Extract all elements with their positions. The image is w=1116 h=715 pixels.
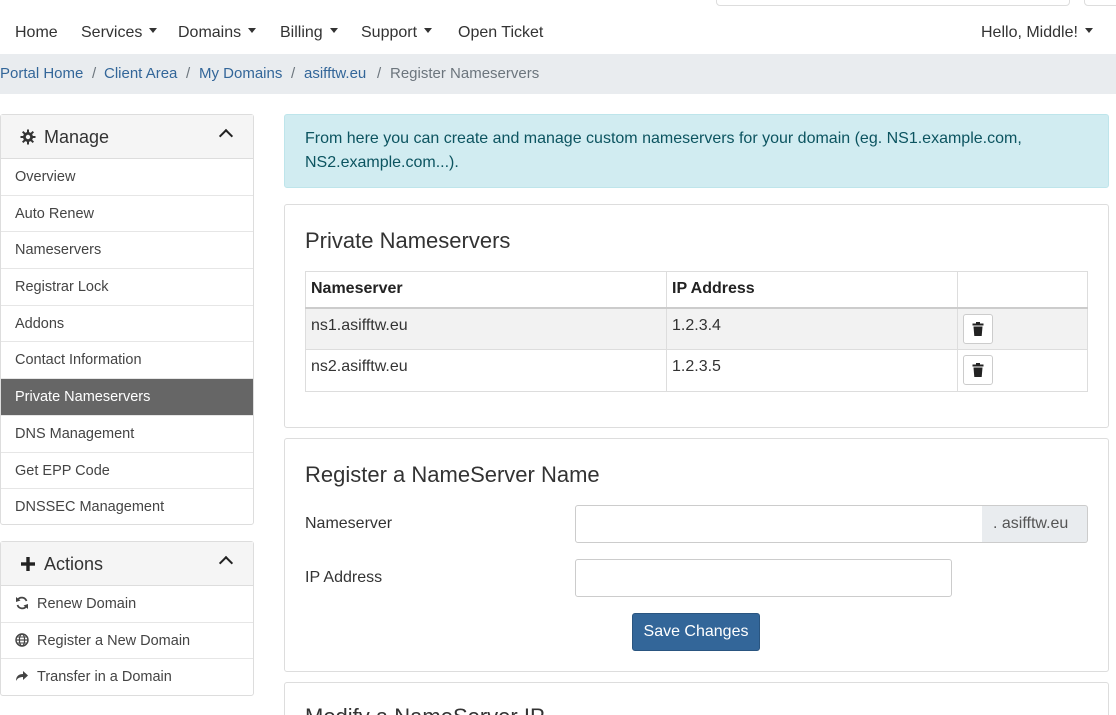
user-menu[interactable]: Hello, Middle! [981,24,1093,42]
sidebar-item-dns-management[interactable]: DNS Management [1,416,253,453]
renew-domain-label: Renew Domain [37,596,137,612]
crumb-portal-home[interactable]: Portal Home [0,65,83,82]
info-alert: From here you can create and manage cust… [284,114,1109,188]
caret-down-icon [149,28,158,34]
nameserver-cell: ns1.asifftw.eu [305,307,667,350]
crumb-separator: / [186,65,191,82]
register-nameserver-card: Register a NameServer Name Nameserver . … [284,438,1109,672]
trash-icon [972,321,984,336]
crumb-current-page: Register Nameservers [390,65,540,82]
transfer-domain-label: Transfer in a Domain [37,669,172,686]
nav-home[interactable]: Home [15,24,58,42]
private-nameservers-table: Nameserver IP Address ns1.asifftw.eu 1.2… [305,271,1088,392]
nav-support-label: Support [361,24,418,41]
nav-domains-label: Domains [178,24,242,41]
sidebar-item-overview[interactable]: Overview [1,159,253,196]
sidebar-actions-panel: Actions Renew Domain Register a New Doma… [0,541,254,696]
breadcrumb: Portal Home / Client Area / My Domains /… [0,54,1116,94]
caret-down-icon [329,28,338,34]
actions-cell [957,349,1088,392]
nav-home-label: Home [15,24,58,41]
register-new-domain-label: Register a New Domain [37,632,191,649]
actions-cell [957,307,1088,350]
search-box[interactable] [716,0,1070,6]
ip-address-field-label: IP Address [305,569,383,586]
chevron-up-icon[interactable] [218,555,234,571]
manage-panel-header[interactable]: Manage [1,115,253,159]
share-icon [16,671,28,682]
table-header-row: Nameserver IP Address [305,271,1088,309]
trash-icon [972,363,984,377]
nav-domains[interactable]: Domains [178,24,257,42]
delete-nameserver-button[interactable] [963,355,993,385]
sidebar-item-dnssec-management[interactable]: DNSSEC Management [1,489,253,526]
sidebar-item-register-new-domain[interactable]: Register a New Domain [1,623,253,660]
actions-panel-header[interactable]: Actions [1,542,253,586]
ip-address-input[interactable] [575,559,952,597]
ip-address-cell: 1.2.3.5 [666,349,958,392]
crumb-my-domains[interactable]: My Domains [199,65,282,82]
nav-open-ticket-label: Open Ticket [458,24,544,41]
manage-panel-title: Manage [44,127,110,147]
nav-support[interactable]: Support [361,24,433,42]
globe-icon [15,632,29,647]
sidebar-item-transfer-domain[interactable]: Transfer in a Domain [1,659,253,696]
caret-down-icon [424,28,433,34]
crumb-client-area[interactable]: Client Area [104,65,177,82]
column-header-nameserver: Nameserver [305,271,667,309]
chevron-up-icon[interactable] [218,128,234,144]
crumb-separator: / [291,65,296,82]
sidebar-item-addons[interactable]: Addons [1,306,253,343]
nav-services-label: Services [81,24,143,41]
domain-suffix-addon: . asifftw.eu [982,505,1088,543]
register-nameserver-title: Register a NameServer Name [305,462,600,487]
nav-services[interactable]: Services [81,24,158,42]
nav-billing-label: Billing [280,24,323,41]
table-row: ns2.asifftw.eu 1.2.3.5 [305,349,1088,392]
sidebar-item-private-nameservers[interactable]: Private Nameservers [1,379,253,416]
sidebar-manage-panel: Manage Overview Auto Renew Nameservers R… [0,114,254,525]
delete-nameserver-button[interactable] [963,313,993,344]
crumb-domain[interactable]: asifftw.eu [304,65,366,82]
actions-panel-title: Actions [44,554,104,574]
sidebar-item-contact-information[interactable]: Contact Information [1,342,253,380]
nameserver-input[interactable] [575,505,983,543]
caret-down-icon [248,28,257,34]
nameserver-field-label: Nameserver [305,515,393,532]
plus-icon [21,557,35,571]
nav-open-ticket[interactable]: Open Ticket [458,24,543,42]
save-changes-button[interactable]: Save Changes [632,613,760,651]
modify-nameserver-card: Modify a NameServer IP [284,682,1109,715]
nav-billing[interactable]: Billing [280,24,338,42]
column-header-ip-address: IP Address [666,271,958,309]
sidebar-item-registrar-lock[interactable]: Registrar Lock [1,269,253,306]
refresh-icon [16,596,28,610]
top-navbar: Home Services Domains Billing Support Op… [0,0,1116,54]
caret-down-icon [1084,28,1093,34]
nameserver-cell: ns2.asifftw.eu [305,349,667,392]
crumb-separator: / [92,65,97,82]
user-greeting: Hello, Middle! [981,24,1078,41]
cart-button[interactable] [1084,0,1116,6]
column-header-actions [957,271,1088,309]
private-nameservers-card: Private Nameservers Nameserver IP Addres… [284,204,1109,428]
private-nameservers-title: Private Nameservers [305,228,511,253]
sidebar-item-auto-renew[interactable]: Auto Renew [1,196,253,233]
crumb-separator: / [377,65,382,82]
sidebar-item-renew-domain[interactable]: Renew Domain [1,586,253,623]
modify-nameserver-title: Modify a NameServer IP [305,704,545,715]
ip-address-cell: 1.2.3.4 [666,307,958,350]
table-row: ns1.asifftw.eu 1.2.3.4 [305,307,1088,350]
sidebar-item-nameservers[interactable]: Nameservers [1,232,253,270]
gear-icon [20,129,36,145]
sidebar-item-get-epp-code[interactable]: Get EPP Code [1,453,253,490]
